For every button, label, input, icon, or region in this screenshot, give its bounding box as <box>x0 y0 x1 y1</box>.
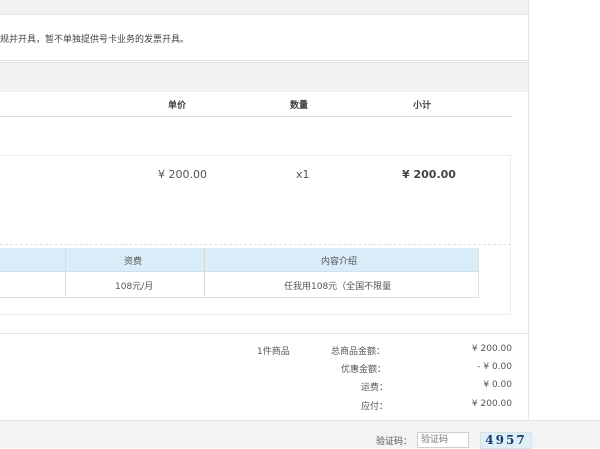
shipping-value: ¥ 0.00 <box>483 380 512 390</box>
header-underline <box>0 116 512 117</box>
divider <box>0 60 528 61</box>
captcha-label: 验证码： <box>376 437 413 447</box>
package-col-divider <box>65 248 66 296</box>
captcha-input[interactable] <box>417 432 469 448</box>
header-price: 单价 <box>168 101 187 111</box>
package-fee-value: 108元/月 <box>115 282 154 292</box>
captcha-image[interactable]: 4957 <box>480 432 532 449</box>
shipping-label: 运费： <box>361 383 389 393</box>
package-content-value: 任我用108元（全国不限量 <box>284 282 392 292</box>
total-label: 总商品金额： <box>331 347 386 357</box>
total-value: ¥ 200.00 <box>471 344 512 354</box>
discount-label: 优惠金额： <box>341 365 387 375</box>
top-panel <box>0 0 528 15</box>
item-subtotal: ¥ 200.00 <box>402 168 456 181</box>
section-header-bar <box>0 62 528 92</box>
card-dashed-divider <box>0 244 511 245</box>
package-table-header <box>0 248 478 272</box>
payable-value: ¥ 200.00 <box>471 399 512 409</box>
payable-label: 应付： <box>361 402 389 412</box>
item-quantity: x1 <box>296 168 310 181</box>
invoice-notice: 规并开具，暂不单独提供号卡业务的发票开具。 <box>0 35 190 45</box>
package-header-fee: 资费 <box>124 257 143 267</box>
package-header-content: 内容介绍 <box>321 257 358 267</box>
package-col-divider <box>204 248 205 296</box>
discount-value: - ¥ 0.00 <box>477 362 512 372</box>
header-quantity: 数量 <box>290 101 309 111</box>
item-price: ¥ 200.00 <box>158 168 207 181</box>
item-count: 1件商品 <box>257 347 290 357</box>
summary-divider <box>0 333 528 334</box>
header-subtotal: 小计 <box>413 101 432 111</box>
content-border <box>528 0 529 420</box>
